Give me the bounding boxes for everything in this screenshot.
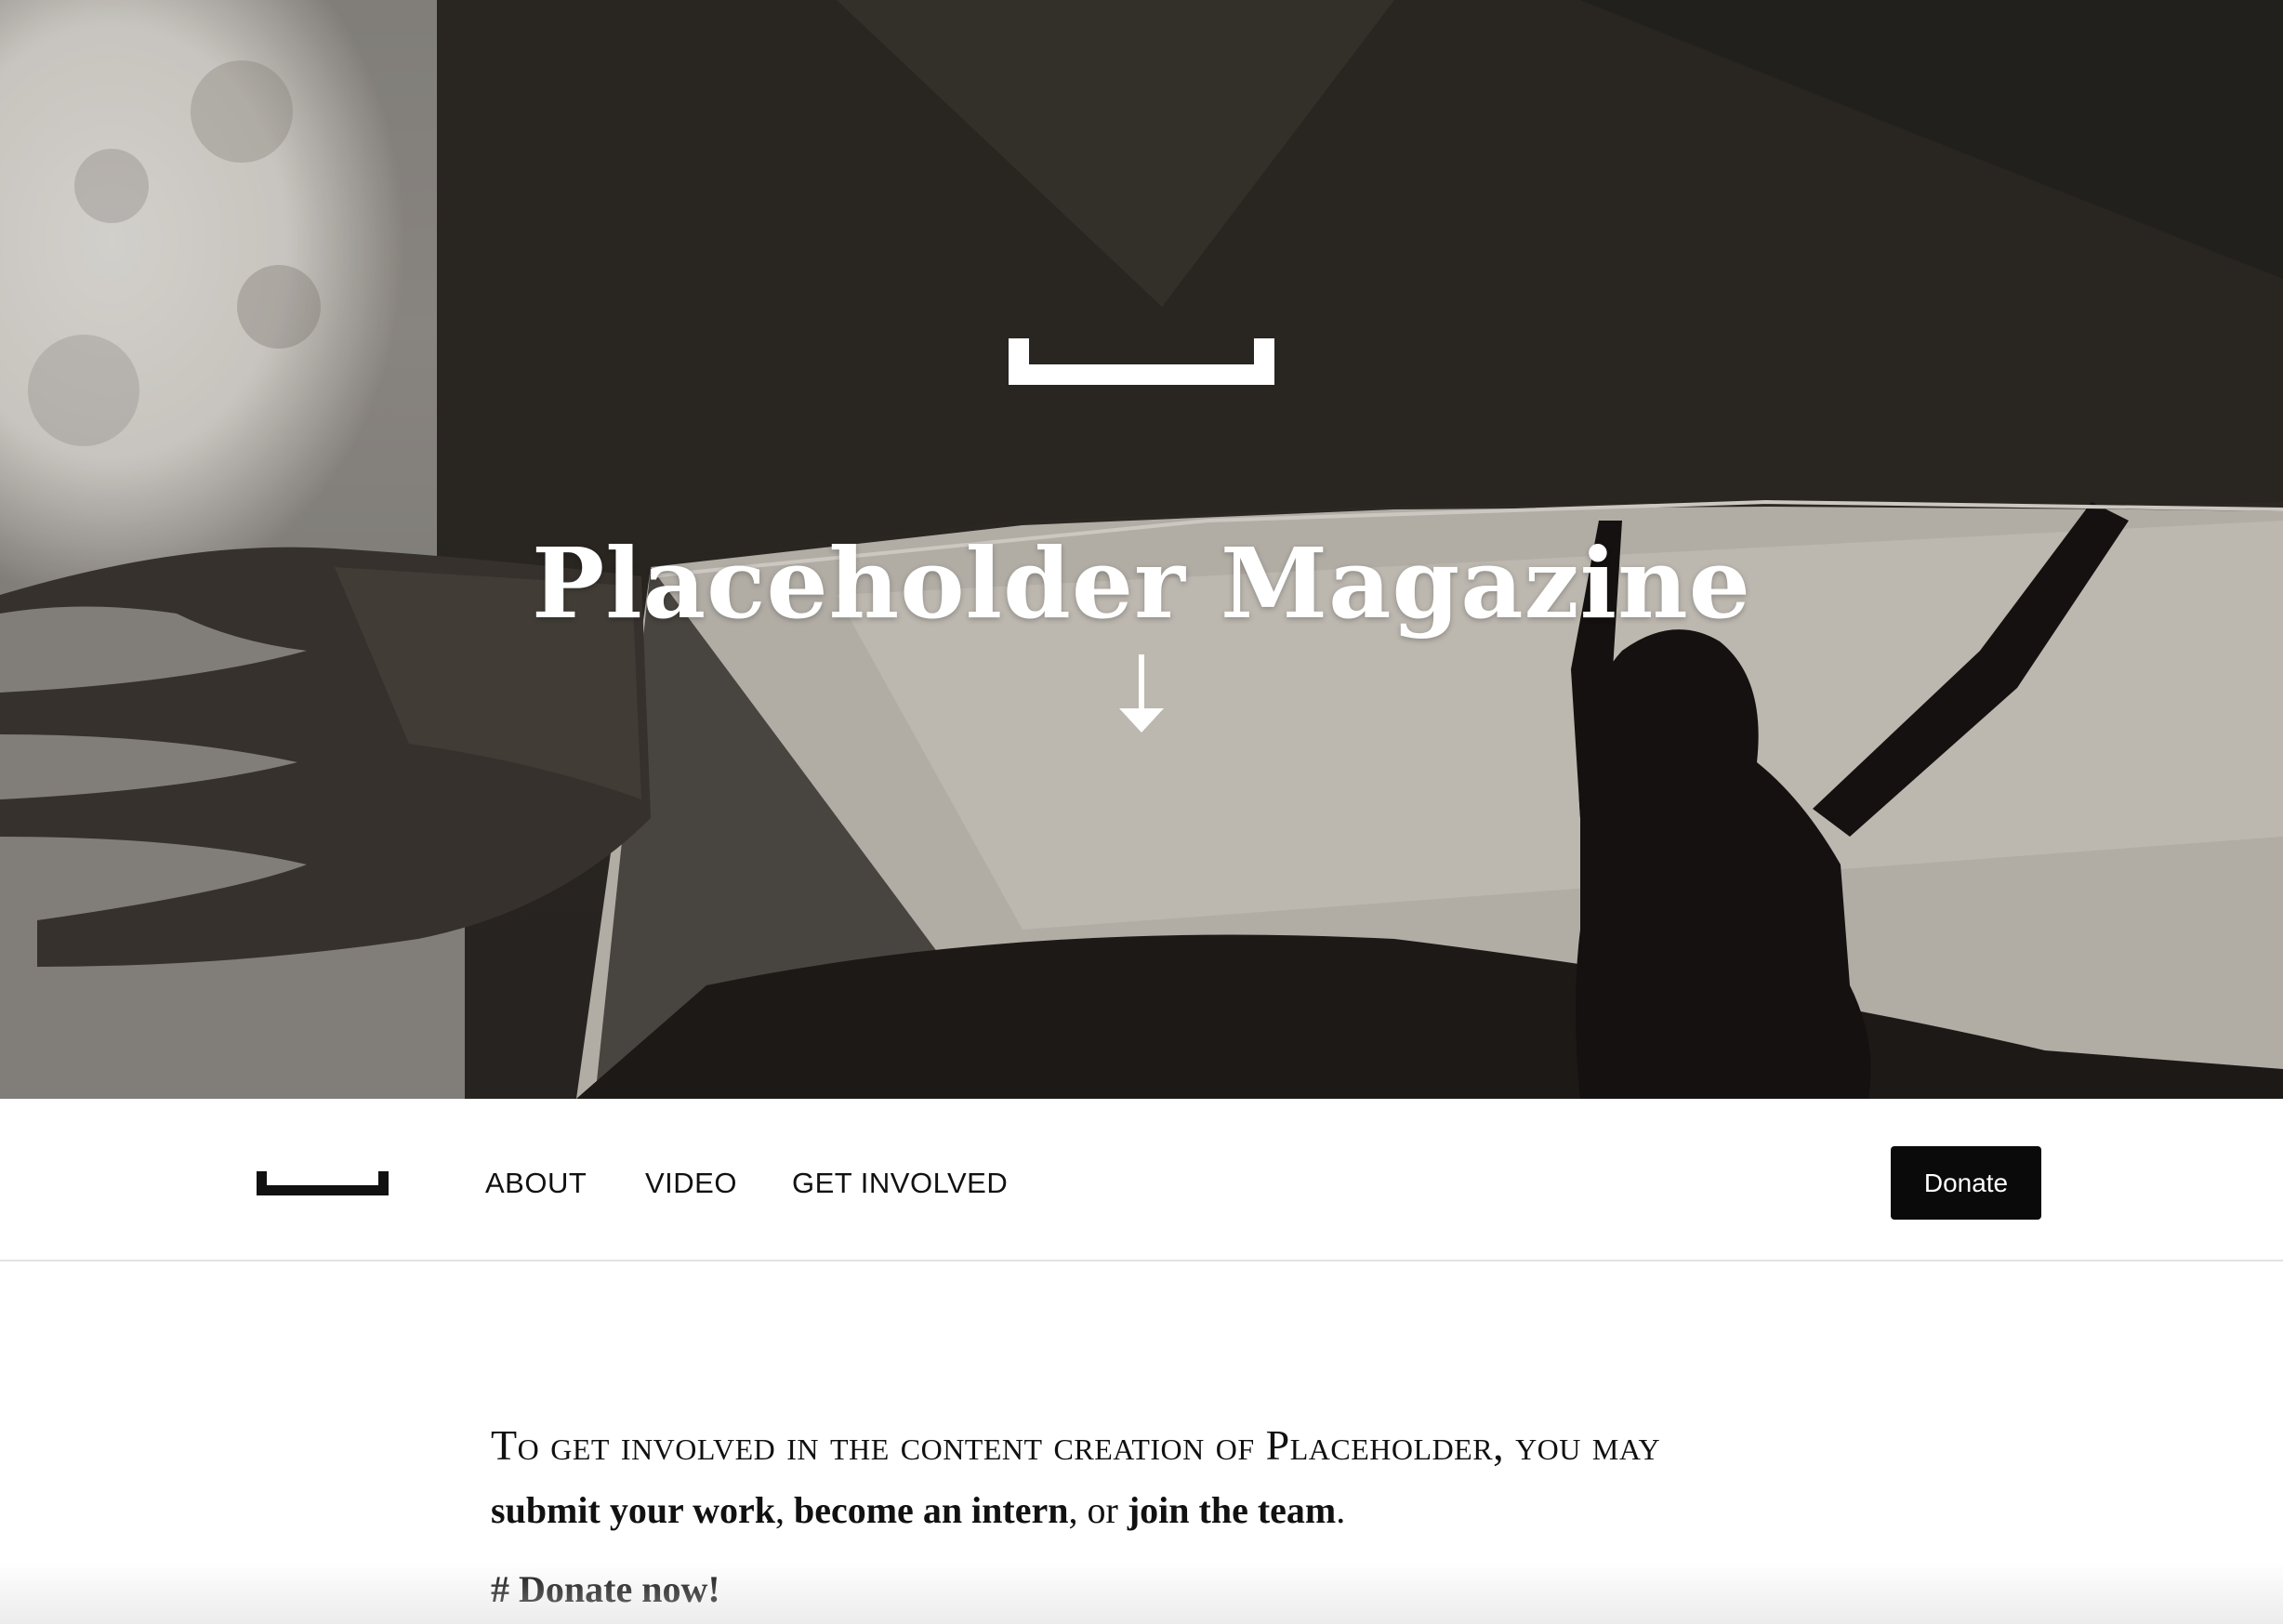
become-intern-link[interactable]: become an intern — [794, 1489, 1069, 1531]
join-team-link[interactable]: join the team — [1128, 1489, 1336, 1531]
donate-now-heading: # Donate now! — [491, 1568, 720, 1610]
nav-link-video[interactable]: VIDEO — [645, 1162, 737, 1205]
intro-text: To get involved in the content creation … — [491, 1421, 1661, 1469]
hero-banner: Placeholder Magazine — [0, 0, 2283, 1099]
hero-title: Placeholder Magazine — [532, 525, 1751, 640]
nav-link-about[interactable]: ABOUT — [485, 1162, 587, 1205]
submit-work-link[interactable]: submit your work — [491, 1489, 775, 1531]
link-separator: , or — [1068, 1489, 1128, 1531]
sentence-end: . — [1336, 1489, 1346, 1531]
arrow-down-icon[interactable] — [1115, 654, 1168, 733]
main-content: To get involved in the content creation … — [491, 1413, 1755, 1617]
nav-link-get-involved[interactable]: GET INVOLVED — [792, 1162, 1008, 1205]
hero-logo-icon — [1009, 338, 1274, 385]
involvement-links: submit your work, become an intern, or j… — [491, 1478, 1755, 1543]
donate-button[interactable]: Donate — [1891, 1146, 2041, 1220]
nav-logo-icon[interactable] — [257, 1171, 389, 1195]
main-navbar: ABOUT VIDEO GET INVOLVED Donate — [0, 1099, 2283, 1261]
link-separator: , — [774, 1489, 794, 1531]
